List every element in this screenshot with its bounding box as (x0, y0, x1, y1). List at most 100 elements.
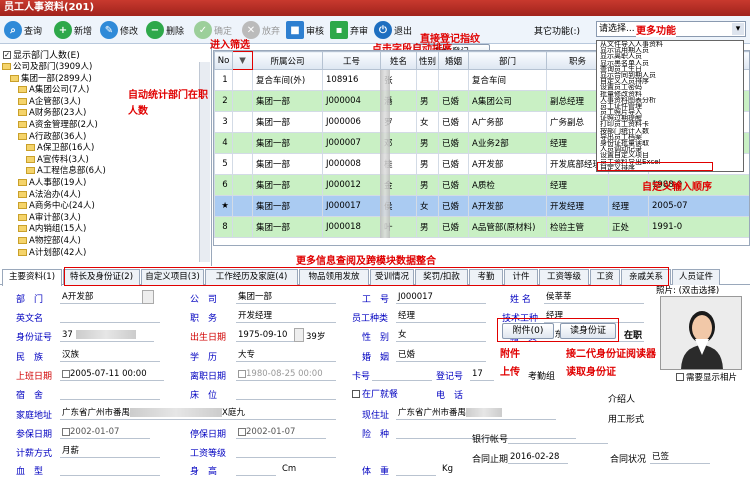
anti-audit-button[interactable]: ▪弃审 (330, 20, 368, 40)
wlevel-field[interactable] (236, 444, 336, 458)
cur-field[interactable]: 广东省广州市番禺 (396, 406, 556, 420)
tree-node[interactable]: A保卫部(16人) (26, 143, 94, 153)
tree-node[interactable]: 集团一部(2899人) (10, 74, 92, 84)
height-field[interactable] (236, 462, 276, 476)
tree-node[interactable]: 公司及部门(3909人) (2, 62, 92, 72)
empno-field[interactable]: J000017 (396, 290, 486, 304)
tree-node[interactable]: A内销组(15人) (18, 224, 86, 234)
onboard-field[interactable]: 2005-07-11 00:00 (60, 367, 164, 381)
name-field[interactable]: 侯莘莘 (544, 290, 644, 304)
dept-picker-button[interactable] (142, 290, 154, 304)
marry-field[interactable]: 已婚 (396, 348, 486, 362)
folder-icon (18, 225, 27, 232)
bank-field[interactable] (508, 430, 608, 444)
post-field[interactable]: 开发经理 (236, 309, 336, 323)
tree-node[interactable]: A物控部(4人) (18, 236, 81, 246)
sex-field[interactable]: 女 (396, 328, 486, 342)
show-dept-count-checkbox[interactable]: ✓ 显示部门人数(E) (3, 48, 80, 61)
leave-label: 离职日期 (190, 369, 226, 382)
column-header[interactable]: 姓名 (381, 52, 417, 70)
more-functions-menu[interactable]: 从文件导入人事资料显示试用期人员显示离职人员显示黑名单人员查询员工生日显示合同到… (596, 40, 744, 172)
tree-node[interactable]: A工程信息部(6人) (26, 166, 106, 176)
tree-node[interactable]: A集团公司(7人) (18, 85, 89, 95)
table-cell: A质检 (469, 175, 547, 196)
birthday-spinner[interactable] (294, 328, 304, 342)
delete-button[interactable]: −删除 (146, 20, 184, 40)
table-row[interactable]: ★集团一部J000017侯女已婚A开发部开发经理经理2005-07 (215, 196, 750, 217)
attachment-button[interactable]: 附件(0) (502, 323, 554, 339)
table-cell: 8 (215, 217, 233, 238)
contract-status-field[interactable]: 已签 (650, 450, 710, 464)
wlevel-label: 工资等级 (190, 446, 226, 459)
employee-photo[interactable] (660, 296, 742, 370)
filter-column-header[interactable]: ▼ (233, 52, 253, 70)
table-cell: 已婚 (439, 217, 469, 238)
table-cell: 2005-07 (649, 196, 750, 217)
table-cell (233, 70, 253, 91)
tree-node[interactable]: A审计部(3人) (18, 213, 81, 223)
tree-node[interactable]: A宣传科(3人) (26, 155, 89, 165)
read-idcard-button[interactable]: 读身份证 (560, 323, 616, 339)
table-cell (233, 217, 253, 238)
idcard-field[interactable]: 37 (60, 328, 154, 342)
folder-icon (18, 249, 27, 256)
tree-node[interactable]: A企管部(3人) (18, 97, 81, 107)
table-row[interactable]: 8集团一部J000018叶男已婚A品管部(原材料)检验主管正处1991-0 (215, 217, 750, 238)
empno-label: 工 号 (362, 292, 389, 305)
edit-button[interactable]: ✎修改 (100, 20, 138, 40)
company-field[interactable]: 集团一部 (236, 290, 336, 304)
audit-button[interactable]: ■审核 (286, 20, 324, 40)
contract-status-label: 合同状况 (610, 452, 646, 465)
tree-node[interactable]: A资金管理部(2人) (18, 120, 98, 130)
tree-node[interactable]: A法治办(4人) (18, 190, 81, 200)
column-header[interactable]: 婚姻 (439, 52, 469, 70)
edu-field[interactable]: 大专 (236, 348, 336, 362)
blood-field[interactable] (60, 462, 160, 476)
tab[interactable]: 人员证件 (672, 269, 720, 285)
dept-field[interactable]: A开发部 (60, 290, 154, 304)
table-cell: J000018 (323, 217, 381, 238)
emptype-field[interactable]: 经理 (396, 309, 486, 323)
column-header[interactable]: 所属公司 (253, 52, 323, 70)
table-cell: J000004 (323, 91, 381, 112)
weight-field[interactable] (396, 462, 436, 476)
column-header[interactable]: 部门 (469, 52, 547, 70)
nation-field[interactable]: 汉族 (60, 348, 160, 362)
login-field[interactable]: 17 (470, 367, 494, 381)
card-field[interactable] (372, 367, 432, 381)
column-header[interactable]: 工号 (323, 52, 381, 70)
wage-field[interactable]: 月薪 (60, 444, 160, 458)
ins-field[interactable]: 2002-01-07 (60, 425, 150, 439)
tree-node[interactable]: A财务部(23人) (18, 108, 86, 118)
addr-field[interactable]: 广东省广州市番禺X庭九 (60, 406, 336, 420)
eng-field[interactable] (60, 309, 160, 323)
stopins-field[interactable]: 2002-01-07 (236, 425, 326, 439)
dorm-field[interactable] (60, 386, 160, 400)
height-label: 身 高 (190, 464, 217, 477)
calendar-icon (238, 370, 246, 378)
tab[interactable]: 主要资料(1) (2, 269, 62, 286)
column-header[interactable]: No (215, 52, 233, 70)
table-cell (233, 112, 253, 133)
show-photo-checkbox[interactable]: 需要显示相片 (676, 371, 737, 383)
column-header[interactable]: 性别 (417, 52, 439, 70)
tree-node[interactable]: A人事部(19人) (18, 178, 86, 188)
annotation-enter-filter: 进入筛选 (210, 36, 250, 51)
ins-label: 参保日期 (16, 427, 52, 440)
add-button[interactable]: +新增 (54, 20, 92, 40)
meal-checkbox[interactable]: 在厂就餐 (352, 387, 398, 400)
folder-icon (18, 109, 27, 116)
leave-field[interactable]: 1980-08-25 00:00 (236, 367, 336, 381)
birthday-field[interactable]: 1975-09-10 (236, 328, 294, 342)
query-button[interactable]: ⌕查询 (4, 20, 42, 40)
folder-icon (26, 156, 35, 163)
tree-node[interactable]: A商务中心(24人) (18, 201, 95, 211)
tree-node[interactable]: A行政部(36人) (18, 132, 86, 142)
exit-button[interactable]: ⏻退出 (374, 20, 412, 40)
tree-node[interactable]: A计划部(42人) (18, 248, 86, 258)
folder-icon (18, 179, 27, 186)
bed-field[interactable] (236, 386, 336, 400)
stamp-icon: ■ (286, 21, 304, 39)
cur-blur (466, 408, 502, 417)
contract-field[interactable]: 2016-02-28 (508, 450, 568, 464)
